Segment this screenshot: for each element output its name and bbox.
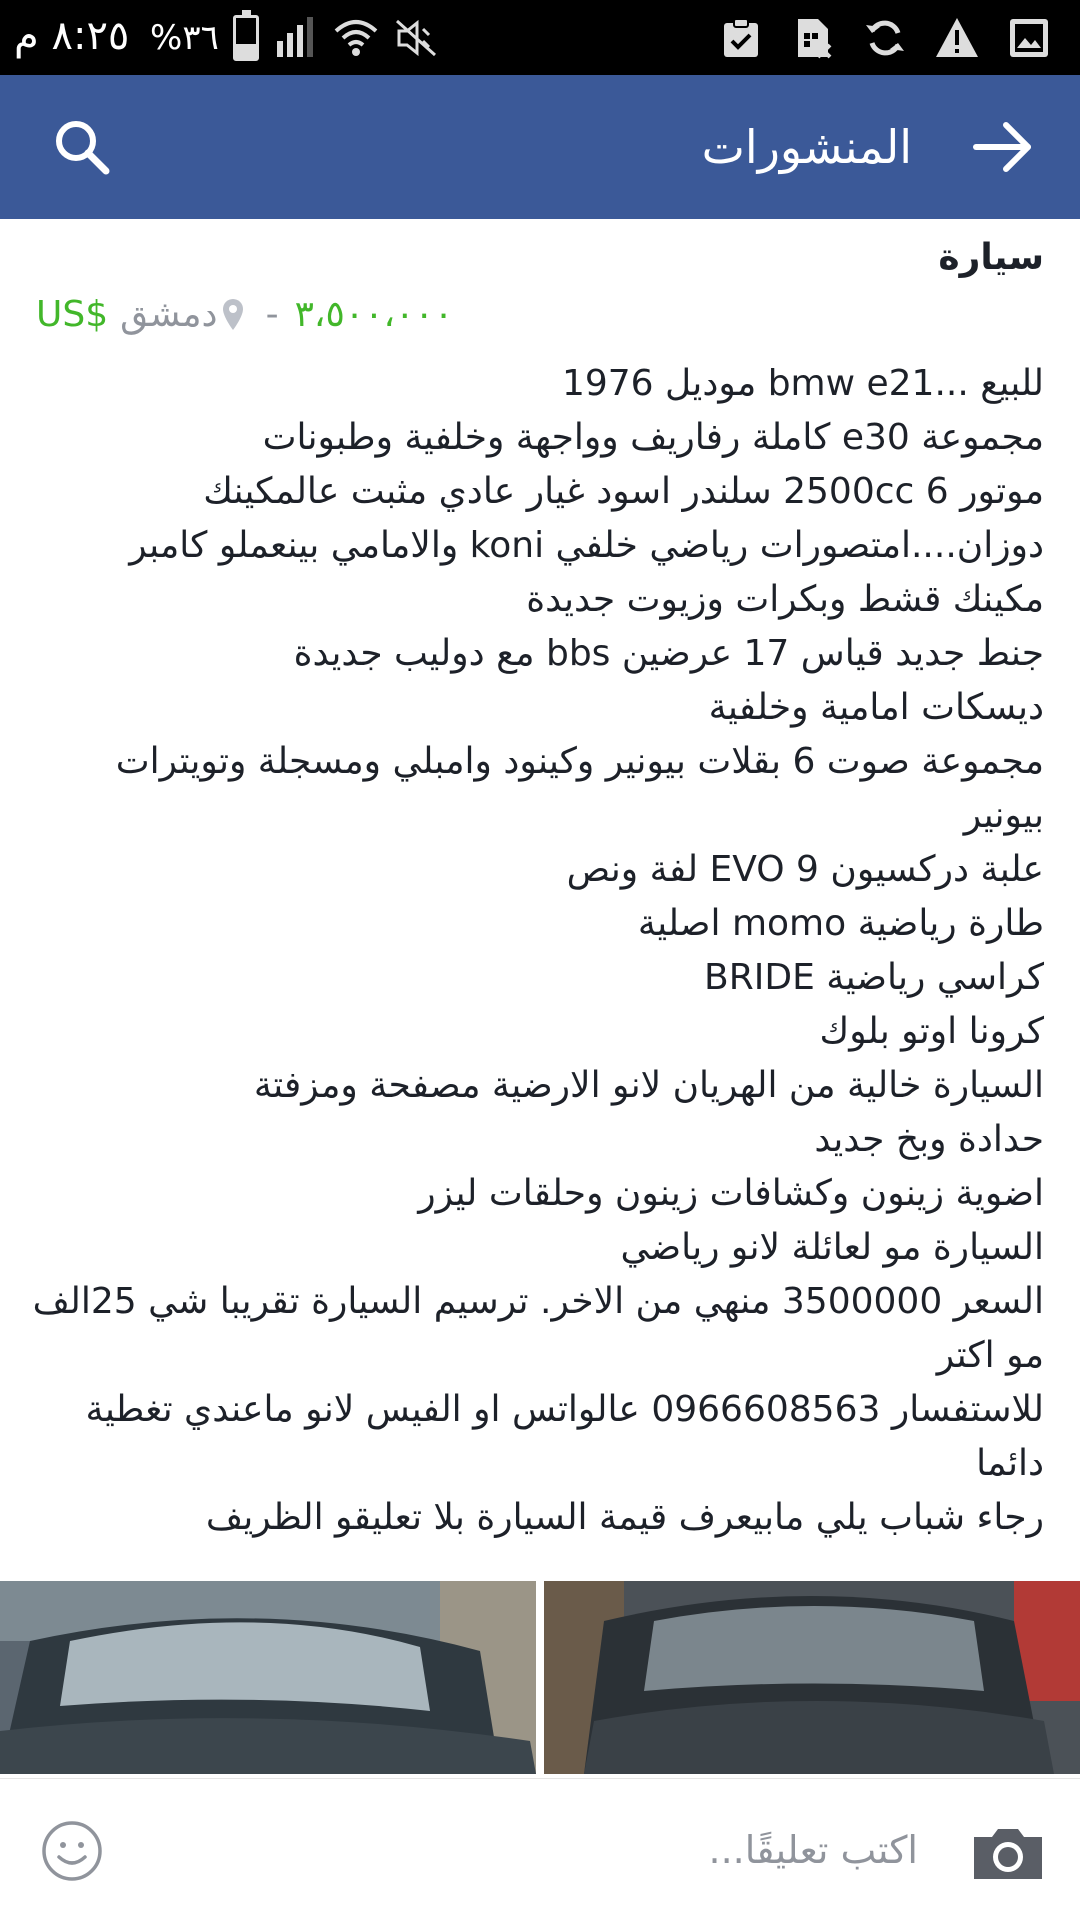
description-line: بيونير (963, 795, 1044, 836)
clipboard-check-icon (724, 18, 758, 57)
post-description: للبيع ...bmw e21 موديل 1976 مجموعة e30 كا… (32, 357, 1044, 1545)
currency-label: US$ (36, 294, 109, 335)
battery-icon (232, 10, 259, 61)
description-line: للاستفسار 0966608563 عالواتس او الفيس لا… (85, 1389, 1044, 1430)
description-line: السعر 3500000 منهي من الاخر. ترسيم السيا… (32, 1281, 1044, 1322)
location-label[interactable]: دمشق (120, 287, 217, 343)
description-line: موتور 6 2500cc سلندر اسود غيار عادي مثبت… (203, 471, 1044, 512)
comment-bar (0, 1778, 1080, 1921)
description-line: طارة رياضية momo اصلية (637, 903, 1044, 944)
price-location-line: US$ دمشق - ٣،٥٠٠،٠٠٠ (36, 287, 453, 343)
post-title: سيارة (938, 237, 1044, 278)
emoji-icon[interactable] (40, 1819, 104, 1883)
mute-icon (395, 19, 436, 57)
app-bar: المنشورات (0, 75, 1080, 219)
photo-gallery (0, 1581, 1080, 1774)
camera-icon[interactable] (968, 1821, 1048, 1885)
description-line: دائما (976, 1443, 1044, 1484)
description-line: السيارة خالية من الهريان لانو الارضية مص… (253, 1065, 1044, 1106)
description-line: للبيع ...bmw e21 موديل 1976 (561, 363, 1044, 404)
description-line: كرونا اوتو بلوك (819, 1011, 1044, 1052)
wifi-icon (334, 20, 378, 56)
meta-separator: - (265, 294, 279, 335)
description-line: رجاء شباب يلي مابيعرف قيمة السيارة بلا ت… (205, 1497, 1044, 1538)
sync-icon (866, 20, 904, 56)
arrow-right-icon[interactable] (970, 117, 1036, 177)
status-left-group: %٣٦ (150, 8, 439, 68)
car-photo-1[interactable] (0, 1581, 536, 1774)
description-line: مكينك قشط وبكرات وزيوت جديدة (526, 579, 1044, 620)
sim-card-icon (798, 19, 832, 59)
warning-icon (936, 18, 978, 57)
status-time: ٨:٢٥ م (14, 13, 130, 59)
signal-icon (276, 17, 313, 57)
image-icon (1010, 19, 1048, 57)
description-line: مجموعة صوت 6 بقلات بيونير وكينود وامبلي … (115, 741, 1044, 782)
search-icon[interactable] (50, 115, 114, 179)
description-line: دوزان....امتصورات رياضي خلفي koni والاما… (129, 525, 1044, 566)
description-line: مجموعة e30 كاملة رفاريف وواجهة وخلفية وط… (262, 417, 1044, 458)
description-line: كراسي رياضية BRIDE (704, 957, 1044, 998)
description-line: جنط جديد قياس 17 عرضين bbs مع دوليب جديد… (293, 633, 1044, 674)
comment-input[interactable] (316, 1813, 920, 1887)
description-line: اضوية زينون وكشافات زينون وحلقات ليزر (418, 1173, 1044, 1214)
battery-percent: %٣٦ (150, 18, 219, 58)
page-title: المنشورات (701, 120, 912, 174)
description-line: مو اكتر (936, 1335, 1044, 1376)
price-label: ٣،٥٠٠،٠٠٠ (294, 294, 454, 335)
description-line: علبة دركسيون EVO 9 لفة ونص (566, 849, 1044, 890)
location-pin-icon (222, 299, 243, 330)
status-right-group (718, 8, 1052, 68)
status-bar: ٨:٢٥ م %٣٦ (0, 0, 1080, 75)
description-line: حدادة وبخ جديد (814, 1119, 1044, 1160)
car-photo-2[interactable] (544, 1581, 1080, 1774)
description-line: ديسكات امامية وخلفية (708, 687, 1044, 728)
description-line: السيارة مو لعائلة لانو رياضي (620, 1227, 1044, 1268)
